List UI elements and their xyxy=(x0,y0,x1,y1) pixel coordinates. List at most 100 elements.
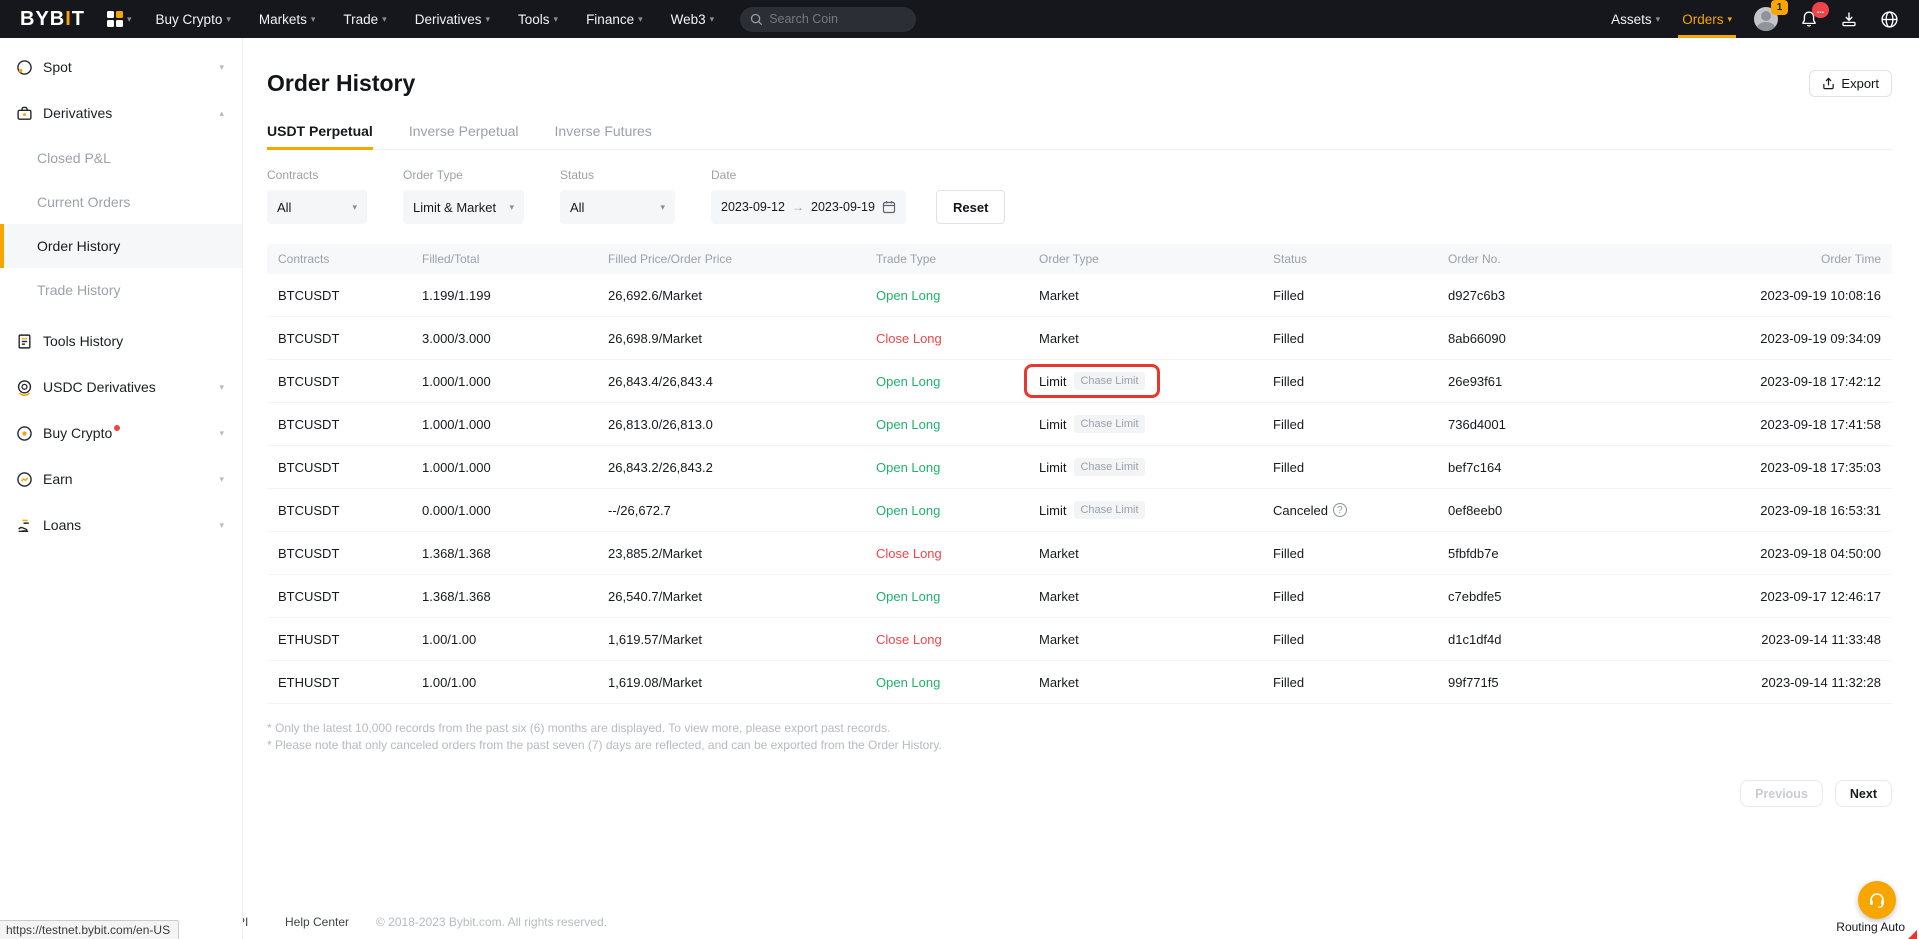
globe-icon xyxy=(1880,10,1899,29)
cell-status: Filled xyxy=(1273,675,1448,690)
date-range-picker[interactable]: 2023-09-12 → 2023-09-19 xyxy=(711,190,906,224)
account-avatar-button[interactable]: 1 xyxy=(1754,7,1778,31)
status-select[interactable]: All ▾ xyxy=(560,190,675,224)
arrow-right-icon: → xyxy=(792,200,804,214)
cell-order-no: 5fbfdb7e xyxy=(1448,546,1648,561)
download-app-button[interactable] xyxy=(1840,10,1858,28)
reset-button[interactable]: Reset xyxy=(936,190,1005,224)
search-input[interactable] xyxy=(769,12,899,26)
cell-status: Filled xyxy=(1273,331,1448,346)
cell-order-type: LimitChase Limit xyxy=(1039,501,1273,519)
bybit-logo[interactable]: BYBIT xyxy=(20,8,85,31)
next-page-button[interactable]: Next xyxy=(1835,780,1892,807)
sidebar: Spot ▾ Derivatives ▴ Closed P&L Current … xyxy=(0,38,243,939)
table-row: BTCUSDT 1.000/1.000 26,813.0/26,813.0 Op… xyxy=(267,403,1892,446)
cell-order-time: 2023-09-14 11:33:48 xyxy=(1648,632,1881,647)
contracts-select[interactable]: All ▾ xyxy=(267,190,367,224)
corner-flag xyxy=(1908,930,1917,939)
cell-filled-total: 0.000/1.000 xyxy=(422,503,608,518)
nav-trade[interactable]: Trade▾ xyxy=(343,12,386,27)
sidebar-item-derivatives[interactable]: Derivatives ▴ xyxy=(0,90,242,136)
order-type-select[interactable]: Limit & Market ▾ xyxy=(403,190,524,224)
cell-contracts: ETHUSDT xyxy=(278,632,422,647)
page-footer: Market Overview Trading Fee API Help Cen… xyxy=(0,911,1919,933)
cell-order-time: 2023-09-17 12:46:17 xyxy=(1648,589,1881,604)
notification-badge: ... xyxy=(1812,2,1829,18)
cell-filled-total: 1.368/1.368 xyxy=(422,546,608,561)
cell-contracts: BTCUSDT xyxy=(278,460,422,475)
sidebar-item-earn[interactable]: Earn ▾ xyxy=(0,456,242,502)
table-header: Contracts Filled/Total Filled Price/Orde… xyxy=(267,244,1892,274)
page-title: Order History xyxy=(267,70,415,97)
support-chat-button[interactable] xyxy=(1858,881,1896,919)
cell-order-time: 2023-09-18 17:41:58 xyxy=(1648,417,1881,432)
nav-orders[interactable]: Orders▾ xyxy=(1682,0,1732,38)
sidebar-item-usdc-derivatives[interactable]: USDC Derivatives ▾ xyxy=(0,364,242,410)
table-footnotes: * Only the latest 10,000 records from th… xyxy=(267,720,1895,754)
cell-order-no: 26e93f61 xyxy=(1448,374,1648,389)
sidebar-item-order-history[interactable]: Order History xyxy=(0,224,242,268)
sidebar-item-trade-history[interactable]: Trade History xyxy=(0,268,242,312)
language-button[interactable] xyxy=(1880,10,1899,29)
cell-order-time: 2023-09-14 11:32:28 xyxy=(1648,675,1881,690)
notifications-button[interactable]: ... xyxy=(1800,10,1818,28)
nav-buy-crypto[interactable]: Buy Crypto▾ xyxy=(156,12,231,27)
tab-inverse-futures[interactable]: Inverse Futures xyxy=(555,123,652,149)
sidebar-item-closed-pl[interactable]: Closed P&L xyxy=(0,136,242,180)
spot-icon xyxy=(15,58,33,76)
previous-page-button[interactable]: Previous xyxy=(1740,780,1823,807)
routing-status: Routing Auto xyxy=(1836,920,1905,934)
cell-trade-type: Open Long xyxy=(876,460,1039,475)
tab-usdt-perpetual[interactable]: USDT Perpetual xyxy=(267,123,373,149)
cell-filled-total: 1.000/1.000 xyxy=(422,417,608,432)
table-row: BTCUSDT 3.000/3.000 26,698.9/Market Clos… xyxy=(267,317,1892,360)
search-icon xyxy=(750,13,763,26)
cell-filled-total: 1.000/1.000 xyxy=(422,460,608,475)
cell-order-no: bef7c164 xyxy=(1448,460,1648,475)
sidebar-item-current-orders[interactable]: Current Orders xyxy=(0,180,242,224)
cell-trade-type: Open Long xyxy=(876,503,1039,518)
buy-crypto-icon xyxy=(15,424,33,442)
table-row: ETHUSDT 1.00/1.00 1,619.08/Market Open L… xyxy=(267,661,1892,704)
cell-order-type: Market xyxy=(1039,632,1273,647)
export-button[interactable]: Export xyxy=(1809,70,1892,97)
cell-filled-price: 26,843.2/26,843.2 xyxy=(608,460,876,475)
chevron-up-icon: ▴ xyxy=(219,109,224,118)
sidebar-item-tools-history[interactable]: Tools History xyxy=(0,318,242,364)
cell-status: Filled xyxy=(1273,374,1448,389)
contracts-filter-label: Contracts xyxy=(267,168,367,182)
cell-filled-total: 1.00/1.00 xyxy=(422,632,608,647)
sidebar-item-loans[interactable]: Loans ▾ xyxy=(0,502,242,548)
footer-link-help-center[interactable]: Help Center xyxy=(285,915,376,929)
nav-assets[interactable]: Assets▾ xyxy=(1611,0,1660,38)
apps-menu-button[interactable]: ▾ xyxy=(107,11,132,27)
cell-filled-total: 1.199/1.199 xyxy=(422,288,608,303)
chase-limit-tag: Chase Limit xyxy=(1074,501,1144,519)
chevron-down-icon: ▾ xyxy=(219,383,224,392)
cell-order-time: 2023-09-18 16:53:31 xyxy=(1648,503,1881,518)
canceled-info-icon[interactable]: ? xyxy=(1333,503,1347,517)
nav-markets[interactable]: Markets▾ xyxy=(259,12,316,27)
cell-contracts: BTCUSDT xyxy=(278,546,422,561)
loans-icon xyxy=(15,516,33,534)
cell-order-no: c7ebdfe5 xyxy=(1448,589,1648,604)
cell-order-time: 2023-09-18 17:35:03 xyxy=(1648,460,1881,475)
search-box[interactable] xyxy=(740,7,916,32)
pagination: Previous Next xyxy=(243,780,1892,807)
sidebar-item-spot[interactable]: Spot ▾ xyxy=(0,44,242,90)
cell-trade-type: Close Long xyxy=(876,546,1039,561)
table-row: BTCUSDT 0.000/1.000 --/26,672.7 Open Lon… xyxy=(267,489,1892,532)
cell-contracts: BTCUSDT xyxy=(278,503,422,518)
nav-tools[interactable]: Tools▾ xyxy=(518,12,558,27)
tab-inverse-perpetual[interactable]: Inverse Perpetual xyxy=(409,123,519,149)
nav-web3[interactable]: Web3▾ xyxy=(671,12,715,27)
market-tabs: USDT Perpetual Inverse Perpetual Inverse… xyxy=(267,123,1892,150)
earn-icon xyxy=(15,470,33,488)
cell-filled-total: 1.368/1.368 xyxy=(422,589,608,604)
nav-finance[interactable]: Finance▾ xyxy=(586,12,643,27)
cell-filled-total: 1.000/1.000 xyxy=(422,374,608,389)
sidebar-item-buy-crypto[interactable]: Buy Crypto ▾ xyxy=(0,410,242,456)
cell-status: Filled xyxy=(1273,546,1448,561)
nav-derivatives[interactable]: Derivatives▾ xyxy=(415,12,490,27)
chevron-down-icon: ▾ xyxy=(226,15,231,24)
